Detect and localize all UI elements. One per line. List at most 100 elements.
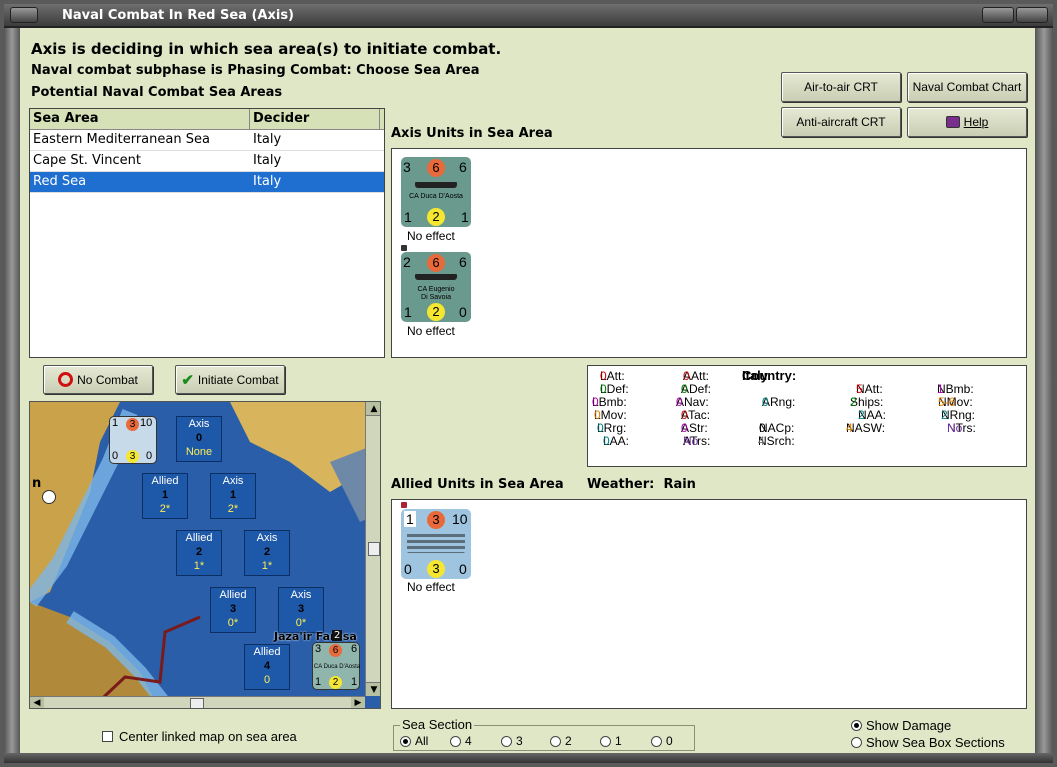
box-side: Allied <box>185 532 213 544</box>
box-side: Axis <box>290 589 312 601</box>
axis-unit-counter[interactable]: 3 6 6 CA Duca D'Aosta 1 2 1 <box>401 157 471 227</box>
sea-section-radio-all[interactable]: All <box>400 734 428 748</box>
box-side: Allied <box>253 646 281 658</box>
box-sub: 1* <box>261 560 273 572</box>
radio-label: 2 <box>565 734 572 748</box>
allied-unit-counter[interactable]: 1 3 10 0 3 0 <box>401 509 471 579</box>
map-horizontal-scrollbar[interactable]: ◀ ▶ <box>30 696 365 708</box>
column-header-decider[interactable]: Decider <box>250 109 380 129</box>
box-number: 3 <box>297 603 305 615</box>
map-allied-counter[interactable]: 1 3 10 0 3 0 <box>109 416 157 464</box>
no-combat-button[interactable]: No Combat <box>43 365 153 394</box>
scroll-down-arrow[interactable]: ▼ <box>366 682 380 696</box>
sea-box-allied-1[interactable]: Allied 1 2* <box>142 473 188 519</box>
row-area: Eastern Mediterranean Sea <box>33 132 210 147</box>
show-damage-radio[interactable]: Show Damage <box>851 718 951 733</box>
title-bar[interactable]: Naval Combat In Red Sea (Axis) <box>4 4 1053 28</box>
sea-section-radio-1[interactable]: 1 <box>600 734 622 748</box>
allied-units-panel: 1 3 10 0 3 0 No effect <box>391 499 1027 709</box>
radio-indicator[interactable] <box>600 735 611 747</box>
weather-display: Weather: Rain <box>587 477 696 492</box>
counter-top-right: 6 <box>459 159 467 175</box>
sea-box-allied-3[interactable]: Allied 3 0* <box>210 587 256 633</box>
radio-indicator[interactable] <box>851 737 862 748</box>
radio-indicator[interactable] <box>450 735 461 747</box>
checkbox-label: Center linked map on sea area <box>119 729 297 744</box>
table-row[interactable]: Cape St. Vincent Italy <box>30 151 384 172</box>
map-axis-counter[interactable]: 3 6 6 CA Duca D'Aosta 1 2 1 <box>312 642 360 690</box>
sea-box-axis-1[interactable]: Axis 1 2* <box>210 473 256 519</box>
counter-bottom-left: 1 <box>315 676 322 688</box>
sea-box-axis-2[interactable]: Axis 2 1* <box>244 530 290 576</box>
table-header: Sea Area Decider <box>30 109 384 130</box>
scroll-thumb[interactable] <box>190 698 204 708</box>
sea-section-radio-2[interactable]: 2 <box>550 734 572 748</box>
checkbox-box[interactable] <box>102 731 113 742</box>
radio-indicator[interactable] <box>851 720 862 731</box>
box-number: 4 <box>263 660 271 672</box>
scroll-right-arrow[interactable]: ▶ <box>351 697 365 708</box>
naval-combat-chart-button[interactable]: Naval Combat Chart <box>907 72 1027 102</box>
help-button[interactable]: Help <box>907 107 1027 137</box>
map-vertical-scrollbar[interactable]: ▲ ▼ <box>365 402 380 696</box>
sea-section-radio-0[interactable]: 0 <box>651 734 673 748</box>
initiate-combat-label: Initiate Combat <box>197 372 279 387</box>
maximize-button[interactable] <box>1016 7 1048 23</box>
checkmark-icon: ✔ <box>181 371 194 389</box>
radio-label: All <box>415 734 429 748</box>
anti-aircraft-crt-button[interactable]: Anti-aircraft CRT <box>781 107 901 137</box>
scroll-up-arrow[interactable]: ▲ <box>366 402 380 416</box>
sea-section-radio-3[interactable]: 3 <box>501 734 523 748</box>
minimize-button[interactable] <box>982 7 1014 23</box>
counter-bottom-right: 1 <box>461 209 469 225</box>
radio-indicator[interactable] <box>400 735 411 747</box>
frame-right <box>1035 28 1053 755</box>
allied-units-label: Allied Units in Sea Area <box>391 477 564 492</box>
counter-bottom-center: 2 <box>427 303 445 321</box>
sea-box-axis-0[interactable]: Axis 0 None <box>176 416 222 462</box>
initiate-combat-button[interactable]: ✔ Initiate Combat <box>175 365 285 394</box>
counter-bottom-center: 3 <box>427 560 445 578</box>
table-row-selected[interactable]: Red Sea Italy <box>30 172 384 193</box>
sea-area-map[interactable]: n 1 3 10 0 3 0 Axis 0 None Allied 1 2* Axis 1… <box>29 401 381 709</box>
radio-indicator[interactable] <box>550 735 561 747</box>
radio-label: Show Damage <box>866 718 952 733</box>
table-row[interactable]: Eastern Mediterranean Sea Italy <box>30 130 384 151</box>
center-map-checkbox[interactable]: Center linked map on sea area <box>102 729 297 744</box>
book-icon <box>945 116 960 128</box>
no-combat-label: No Combat <box>77 372 138 387</box>
sea-box-allied-2[interactable]: Allied 2 1* <box>176 530 222 576</box>
box-sub: 2* <box>159 503 171 515</box>
convoy-icon <box>407 531 465 553</box>
frame-left <box>4 28 20 755</box>
unit-effect: No effect <box>407 324 455 338</box>
axis-unit-counter[interactable]: 2 6 6 CA Eugenio Di Savoia 1 2 0 <box>401 252 471 322</box>
counter-bottom-right: 0 <box>459 561 467 577</box>
sea-section-radio-4[interactable]: 4 <box>450 734 472 748</box>
sea-box-axis-3[interactable]: Axis 3 0* <box>278 587 324 633</box>
counter-name: CA Eugenio Di Savoia <box>417 286 455 301</box>
box-sub: 0 <box>263 674 271 686</box>
scroll-thumb[interactable] <box>368 542 380 556</box>
counter-top-center: 3 <box>126 418 139 431</box>
show-sea-box-sections-radio[interactable]: Show Sea Box Sections <box>851 735 1005 750</box>
status-line-2: Naval combat subphase is Phasing Combat:… <box>31 63 480 78</box>
column-header-sea-area[interactable]: Sea Area <box>30 109 250 129</box>
counter-top-center: 6 <box>427 159 445 177</box>
box-sub: 0* <box>295 617 307 629</box>
system-menu-button[interactable] <box>10 7 38 23</box>
counter-top-right: 10 <box>452 511 468 527</box>
counter-top-left: 1 <box>112 417 119 429</box>
sea-section-group: Sea Section All 4 3 2 1 0 <box>393 717 695 751</box>
counter-top-center: 3 <box>427 511 445 529</box>
box-number: 1 <box>229 489 237 501</box>
scroll-left-arrow[interactable]: ◀ <box>30 697 44 708</box>
box-sub: None <box>185 446 213 458</box>
radio-indicator[interactable] <box>651 735 662 747</box>
radio-indicator[interactable] <box>501 735 512 747</box>
axis-units-label: Axis Units in Sea Area <box>391 126 553 141</box>
dialog-window: Naval Combat In Red Sea (Axis) Axis is d… <box>0 0 1057 767</box>
sea-box-allied-4[interactable]: Allied 4 0 <box>244 644 290 690</box>
air-to-air-crt-button[interactable]: Air-to-air CRT <box>781 72 901 102</box>
counter-bottom-left: 1 <box>404 209 412 225</box>
